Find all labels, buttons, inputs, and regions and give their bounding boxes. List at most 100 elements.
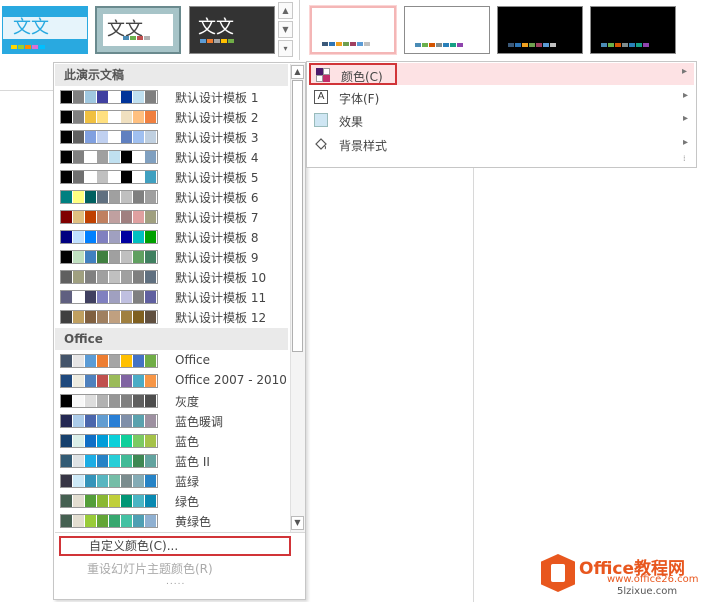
color-scheme-row[interactable]: 默认设计模板 9 <box>57 247 289 267</box>
color-swatch <box>145 395 157 407</box>
variant-2[interactable] <box>404 6 490 54</box>
color-swatch <box>85 171 97 183</box>
theme-thumb-3[interactable]: 文文 <box>189 6 275 54</box>
color-swatch <box>97 171 109 183</box>
color-scheme-row[interactable]: 默认设计模板 12 <box>57 307 289 327</box>
color-swatch <box>61 355 73 367</box>
color-scheme-row[interactable]: 绿色 <box>57 491 289 511</box>
color-swatch <box>61 251 73 263</box>
color-swatch-strip <box>60 90 158 104</box>
color-swatch <box>109 395 121 407</box>
color-scheme-row[interactable]: 默认设计模板 3 <box>57 127 289 147</box>
group-header-presentation: 此演示文稿 <box>55 64 288 86</box>
color-swatch <box>121 291 133 303</box>
color-swatch <box>121 211 133 223</box>
color-scheme-label: Office <box>175 353 211 367</box>
color-swatch <box>97 251 109 263</box>
color-scheme-row[interactable]: Office 2007 - 2010 <box>57 371 289 391</box>
scroll-down-button[interactable]: ▼ <box>291 516 304 530</box>
color-swatch <box>121 191 133 203</box>
menu-item-colors[interactable]: 颜色(C) <box>309 63 397 85</box>
gallery-scroll-down-button[interactable]: ▼ <box>278 21 293 38</box>
effects-icon <box>314 113 328 127</box>
variant-3-strip <box>508 43 557 47</box>
variant-3[interactable] <box>497 6 583 54</box>
color-swatch <box>73 251 85 263</box>
variant-4[interactable] <box>590 6 676 54</box>
color-swatch <box>73 395 85 407</box>
color-scheme-row[interactable]: 灰度 <box>57 391 289 411</box>
color-swatch-strip <box>60 170 158 184</box>
color-swatch <box>121 91 133 103</box>
color-scheme-row[interactable]: 默认设计模板 10 <box>57 267 289 287</box>
color-scheme-row[interactable]: 蓝绿 <box>57 471 289 491</box>
color-scheme-row[interactable]: 黄绿色 <box>57 511 289 531</box>
color-scheme-row[interactable]: 默认设计模板 1 <box>57 87 289 107</box>
color-swatch <box>73 191 85 203</box>
color-swatch <box>73 311 85 323</box>
color-swatch <box>61 231 73 243</box>
color-swatch <box>109 515 121 527</box>
color-swatch-strip <box>60 130 158 144</box>
color-swatch <box>85 91 97 103</box>
menu-item-background-styles[interactable]: 背景样式 ▸ <box>309 134 694 156</box>
color-swatch <box>121 455 133 467</box>
color-swatch <box>145 111 157 123</box>
menu-item-fonts[interactable]: A 字体(F) ▸ <box>309 87 694 109</box>
reset-theme-colors-menu-item: 重设幻灯片主题颜色(R) <box>87 562 213 576</box>
color-scheme-row[interactable]: 默认设计模板 5 <box>57 167 289 187</box>
color-scheme-label: 默认设计模板 7 <box>175 211 259 225</box>
color-swatch <box>145 271 157 283</box>
menu-resize-grip[interactable]: ⁞ <box>683 154 686 163</box>
page-divider-horizontal <box>0 90 53 91</box>
office-logo-icon <box>541 554 575 592</box>
ribbon-separator <box>299 0 300 60</box>
color-swatch <box>133 515 145 527</box>
color-scheme-row[interactable]: 默认设计模板 11 <box>57 287 289 307</box>
menu-item-fonts-label: 字体(F) <box>339 92 380 106</box>
color-swatch-strip <box>60 514 158 528</box>
color-scheme-row[interactable]: 蓝色 II <box>57 451 289 471</box>
custom-colors-menu-item[interactable]: 自定义颜色(C)... <box>59 536 291 556</box>
color-swatch <box>85 131 97 143</box>
color-swatch <box>97 111 109 123</box>
scroll-up-button[interactable]: ▲ <box>291 65 304 79</box>
theme-thumb-1[interactable]: 文文 <box>2 6 88 54</box>
scrollbar-thumb[interactable] <box>292 80 303 352</box>
color-swatch <box>61 515 73 527</box>
gallery-more-button[interactable]: ▾ <box>278 40 293 57</box>
color-swatch <box>61 191 73 203</box>
theme-thumb-2-strip <box>123 36 150 40</box>
color-swatch <box>133 435 145 447</box>
gallery-scroll-up-button[interactable]: ▲ <box>278 2 293 19</box>
color-swatch-strip <box>60 310 158 324</box>
color-swatch <box>133 271 145 283</box>
color-swatch <box>61 475 73 487</box>
theme-thumb-2[interactable]: 文文 <box>95 6 181 54</box>
resize-grip[interactable]: ..... <box>166 577 185 587</box>
color-scheme-row[interactable]: 默认设计模板 4 <box>57 147 289 167</box>
color-scheme-row[interactable]: 默认设计模板 6 <box>57 187 289 207</box>
color-swatch <box>109 191 121 203</box>
color-swatch <box>121 131 133 143</box>
menu-item-effects[interactable]: 效果 ▸ <box>309 110 694 132</box>
color-swatch <box>85 271 97 283</box>
color-swatch <box>109 251 121 263</box>
variant-1[interactable] <box>309 5 397 55</box>
color-scheme-row[interactable]: 默认设计模板 7 <box>57 207 289 227</box>
color-swatch <box>145 251 157 263</box>
color-swatch <box>133 211 145 223</box>
color-scheme-row[interactable]: 蓝色 <box>57 431 289 451</box>
color-swatch <box>109 171 121 183</box>
variant-2-strip <box>415 43 464 47</box>
color-swatch-strip <box>60 494 158 508</box>
color-scheme-row[interactable]: 默认设计模板 2 <box>57 107 289 127</box>
color-swatch <box>61 131 73 143</box>
color-swatch <box>145 191 157 203</box>
color-swatch <box>133 171 145 183</box>
color-scheme-row[interactable]: 默认设计模板 8 <box>57 227 289 247</box>
color-scheme-row[interactable]: Office <box>57 351 289 371</box>
color-scheme-row[interactable]: 蓝色暖调 <box>57 411 289 431</box>
color-swatch <box>133 191 145 203</box>
color-swatch <box>73 455 85 467</box>
